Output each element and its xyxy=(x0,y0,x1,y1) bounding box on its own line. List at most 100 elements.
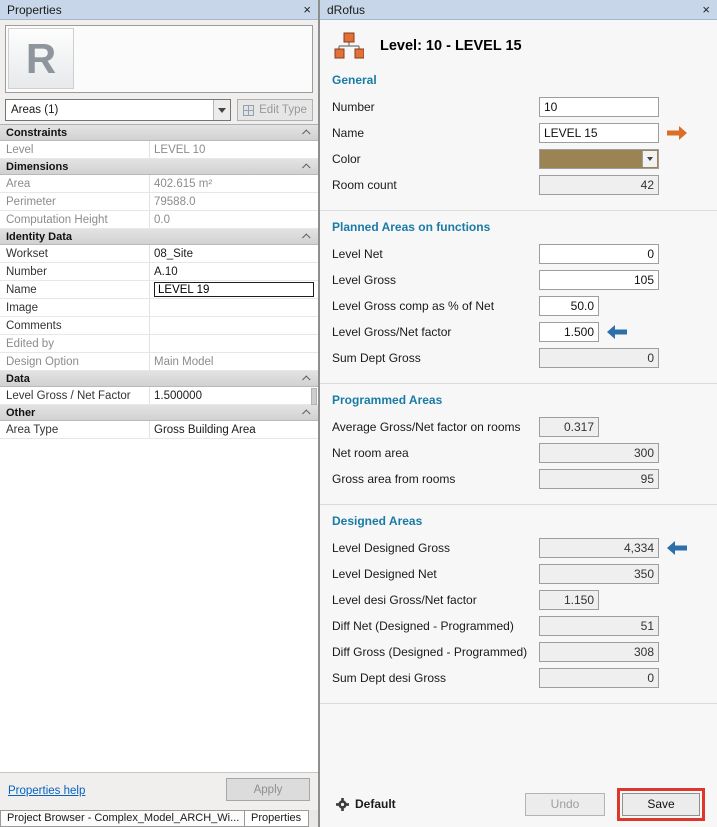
field-slot: 95 xyxy=(539,469,659,489)
input-field-name[interactable]: LEVEL 15 xyxy=(539,123,659,143)
property-value[interactable]: 79588.0 xyxy=(150,193,318,210)
field-row-number: Number10 xyxy=(332,97,659,117)
property-row-level-gross-net-factor: Level Gross / Net Factor1.500000 xyxy=(0,387,318,405)
collapse-chevron-icon[interactable] xyxy=(302,233,310,241)
edit-type-icon xyxy=(243,105,254,116)
field-row-diff-gross-designed-programmed: Diff Gross (Designed - Programmed)308 xyxy=(332,642,659,662)
input-field-level-gross-comp-as-of-net[interactable]: 50.0 xyxy=(539,296,599,316)
properties-titlebar[interactable]: Properties × xyxy=(0,0,318,20)
property-label: Image xyxy=(0,299,150,316)
property-row-level: LevelLEVEL 10 xyxy=(0,141,318,159)
property-value[interactable] xyxy=(150,299,318,316)
property-label: Level Gross / Net Factor xyxy=(0,387,150,404)
color-dropdown-button[interactable] xyxy=(642,151,657,167)
properties-help-link[interactable]: Properties help xyxy=(8,785,85,797)
property-row-name: Name LEVEL 19 xyxy=(0,281,318,299)
group-programmed-areas: Programmed AreasAverage Gross/Net factor… xyxy=(320,384,717,505)
input-field-level-net[interactable]: 0 xyxy=(539,244,659,264)
field-slot: 51 xyxy=(539,616,659,636)
property-label: Edited by xyxy=(0,335,150,352)
field-row-average-gross-net-factor-on-rooms: Average Gross/Net factor on rooms0.317 xyxy=(332,417,659,437)
tab-properties[interactable]: Properties xyxy=(244,810,309,827)
property-row-workset: Workset08_Site xyxy=(0,245,318,263)
name-edit-field[interactable]: LEVEL 19 xyxy=(154,282,314,297)
scrollbar-thumb[interactable] xyxy=(311,388,317,405)
property-value[interactable]: LEVEL 19 xyxy=(150,281,318,298)
field-slot: 1.500 xyxy=(539,322,659,342)
property-label: Number xyxy=(0,263,150,280)
section-header-constraints[interactable]: Constraints xyxy=(0,125,318,141)
properties-panel: Properties × R Areas (1) Edit Type Const… xyxy=(0,0,319,827)
property-value[interactable]: LEVEL 10 xyxy=(150,141,318,158)
revit-family-logo: R xyxy=(26,35,56,83)
property-value[interactable]: 402.615 m² xyxy=(150,175,318,192)
field-slot: 0.317 xyxy=(539,417,659,437)
edit-type-button[interactable]: Edit Type xyxy=(237,99,313,121)
readonly-field-level-designed-net: 350 xyxy=(539,564,659,584)
default-control[interactable]: Default xyxy=(336,797,396,811)
section-header-label: Other xyxy=(6,407,35,419)
collapse-chevron-icon[interactable] xyxy=(302,409,310,417)
section-header-label: Constraints xyxy=(6,127,67,139)
field-row-level-net: Level Net0 xyxy=(332,244,659,264)
drofus-titlebar[interactable]: dRofus × xyxy=(320,0,717,20)
property-value[interactable] xyxy=(150,335,318,352)
collapse-chevron-icon[interactable] xyxy=(302,163,310,171)
section-header-label: Dimensions xyxy=(6,161,68,173)
property-value[interactable]: 08_Site xyxy=(150,245,318,262)
type-selector[interactable]: R xyxy=(5,25,313,93)
property-row-number: NumberA.10 xyxy=(0,263,318,281)
close-icon[interactable]: × xyxy=(303,3,311,16)
property-value[interactable]: A.10 xyxy=(150,263,318,280)
section-header-data[interactable]: Data xyxy=(0,371,318,387)
chevron-down-icon[interactable] xyxy=(213,100,230,120)
group-designed-areas: Designed AreasLevel Designed Gross4,334L… xyxy=(320,505,717,704)
close-icon[interactable]: × xyxy=(702,3,710,16)
input-field-level-gross-net-factor[interactable]: 1.500 xyxy=(539,322,599,342)
element-type-value: Areas (1) xyxy=(6,104,213,116)
property-label: Area Type xyxy=(0,421,150,438)
group-heading: Designed Areas xyxy=(332,514,659,528)
input-field-level-gross[interactable]: 105 xyxy=(539,270,659,290)
property-value[interactable] xyxy=(150,317,318,334)
field-slot: LEVEL 15 xyxy=(539,123,659,143)
section-header-identity-data[interactable]: Identity Data xyxy=(0,229,318,245)
section-header-other[interactable]: Other xyxy=(0,405,318,421)
undo-button[interactable]: Undo xyxy=(525,793,605,816)
field-label: Level Gross/Net factor xyxy=(332,325,539,339)
group-heading: Planned Areas on functions xyxy=(332,220,659,234)
section-header-dimensions[interactable]: Dimensions xyxy=(0,159,318,175)
field-row-gross-area-from-rooms: Gross area from rooms95 xyxy=(332,469,659,489)
field-slot: 0 xyxy=(539,244,659,264)
tab-project-browser-complex-model-[interactable]: Project Browser - Complex_Model_ARCH_Wi.… xyxy=(0,810,245,827)
push-right-arrow-icon[interactable] xyxy=(667,126,687,140)
field-label: Average Gross/Net factor on rooms xyxy=(332,420,539,434)
field-row-level-gross-net-factor: Level Gross/Net factor1.500 xyxy=(332,322,659,342)
readonly-field-net-room-area: 300 xyxy=(539,443,659,463)
pull-left-arrow-icon[interactable] xyxy=(667,541,687,555)
property-value[interactable]: 0.0 xyxy=(150,211,318,228)
property-value[interactable]: Main Model xyxy=(150,353,318,370)
apply-button[interactable]: Apply xyxy=(226,778,310,801)
color-swatch[interactable] xyxy=(539,149,659,169)
chevron-down-icon xyxy=(647,157,653,161)
property-label: Level xyxy=(0,141,150,158)
field-row-name: NameLEVEL 15 xyxy=(332,123,659,143)
level-title: Level: 10 - LEVEL 15 xyxy=(380,38,522,54)
readonly-field-sum-dept-desi-gross: 0 xyxy=(539,668,659,688)
property-value[interactable]: Gross Building Area xyxy=(150,421,318,438)
field-label: Diff Gross (Designed - Programmed) xyxy=(332,645,539,659)
field-slot: 308 xyxy=(539,642,659,662)
property-label: Name xyxy=(0,281,150,298)
input-field-number[interactable]: 10 xyxy=(539,97,659,117)
drofus-panel: dRofus × Level: 10 - LEVEL 15 GeneralNum… xyxy=(319,0,717,827)
property-value[interactable]: 1.500000 xyxy=(150,387,318,404)
save-button[interactable]: Save xyxy=(622,793,700,816)
drofus-footer: Default Undo Save xyxy=(320,788,717,820)
element-type-dropdown[interactable]: Areas (1) xyxy=(5,99,231,121)
pull-left-arrow-icon[interactable] xyxy=(607,325,627,339)
property-row-edited-by: Edited by xyxy=(0,335,318,353)
field-row-level-desi-gross-net-factor: Level desi Gross/Net factor1.150 xyxy=(332,590,659,610)
collapse-chevron-icon[interactable] xyxy=(302,129,310,137)
collapse-chevron-icon[interactable] xyxy=(302,375,310,383)
